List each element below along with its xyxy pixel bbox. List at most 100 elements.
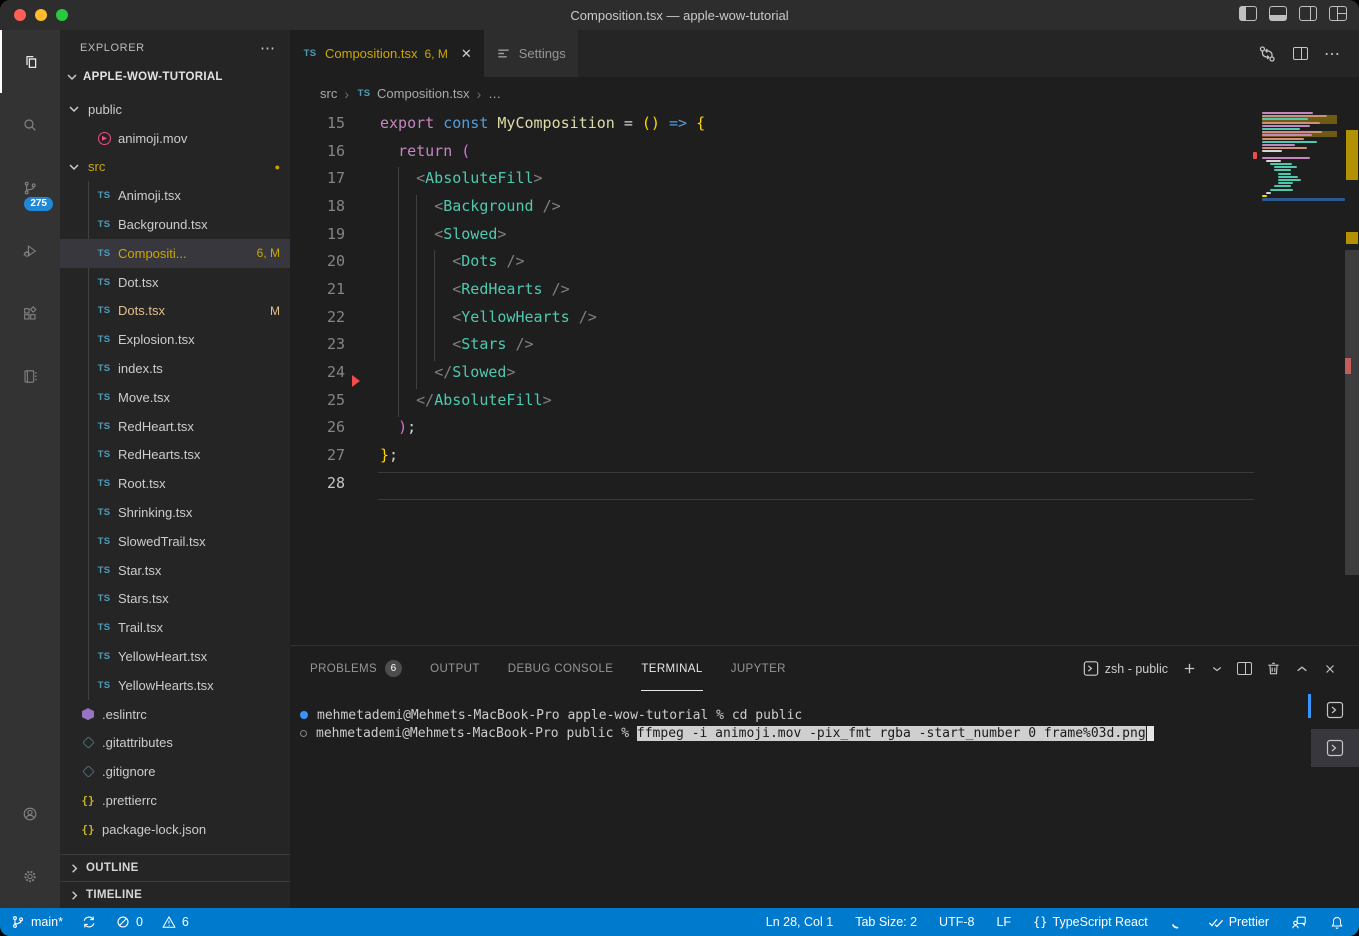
more-actions-icon[interactable]: ⋯	[1324, 44, 1341, 64]
active-terminal-select[interactable]: zsh - public	[1083, 660, 1168, 677]
tree-item-redhearts-tsx[interactable]: TSRedHearts.tsx	[60, 441, 290, 470]
tree-item-package-lock-json[interactable]: {}package-lock.json	[60, 815, 290, 844]
close-tab-icon[interactable]: ✕	[461, 46, 472, 62]
tree-item--gitignore[interactable]: .gitignore	[60, 757, 290, 786]
toggle-panel-icon[interactable]	[1269, 6, 1287, 21]
tree-item-dots-tsx[interactable]: TSDots.tsxM	[60, 297, 290, 326]
terminal-instance-1[interactable]	[1311, 691, 1359, 729]
status-notifications[interactable]	[1329, 915, 1345, 930]
breadcrumb-item[interactable]: …	[488, 86, 501, 101]
tree-item-move-tsx[interactable]: TSMove.tsx	[60, 383, 290, 412]
line-number: 24	[290, 359, 345, 387]
tree-item-trail-tsx[interactable]: TSTrail.tsx	[60, 613, 290, 642]
activity-bar-extensions[interactable]	[0, 282, 60, 345]
status-sync-status[interactable]	[81, 915, 97, 929]
status-error-count[interactable]: 0	[115, 915, 143, 929]
tree-item-explosion-tsx[interactable]: TSExplosion.tsx	[60, 325, 290, 354]
activity-bar-settings[interactable]	[0, 845, 60, 908]
file-label: Dots.tsx	[118, 303, 165, 318]
maximize-panel-icon[interactable]	[1295, 662, 1309, 676]
status-warning-count[interactable]: 6	[161, 915, 189, 929]
activity-bar-search[interactable]	[0, 93, 60, 156]
status-cursor-position[interactable]: Ln 28, Col 1	[766, 915, 833, 929]
tree-item-yellowhearts-tsx[interactable]: TSYellowHearts.tsx	[60, 671, 290, 700]
status-indentation[interactable]: Tab Size: 2	[855, 915, 917, 929]
status-eol[interactable]: LF	[996, 915, 1011, 929]
breadcrumb-item[interactable]: TSComposition.tsx	[356, 86, 469, 101]
tree-item-compositi-[interactable]: TSCompositi...6, M	[60, 239, 290, 268]
tree-item--prettierrc[interactable]: {}.prettierrc	[60, 786, 290, 815]
code-text: <Background />	[345, 193, 561, 221]
file-label: Dot.tsx	[118, 275, 158, 290]
tree-item-public[interactable]: public	[60, 95, 290, 124]
kill-terminal-icon[interactable]	[1266, 661, 1281, 676]
tab-composition-tsx[interactable]: TSComposition.tsx6, M✕	[290, 30, 484, 77]
status-background-task[interactable]	[1170, 915, 1186, 930]
overview-ruler[interactable]	[1345, 110, 1359, 645]
panel-tab-jupyter[interactable]: JUPYTER	[731, 646, 786, 691]
tree-item--gitattributes[interactable]: .gitattributes	[60, 729, 290, 758]
tree-item-background-tsx[interactable]: TSBackground.tsx	[60, 210, 290, 239]
status-language-mode[interactable]: {}TypeScript React	[1033, 915, 1148, 929]
editor-scrollbar-thumb[interactable]	[1345, 250, 1359, 575]
status-formatter[interactable]: Prettier	[1208, 915, 1269, 929]
workspace-section-header[interactable]: APPLE-WOW-TUTORIAL	[60, 65, 290, 89]
status-encoding[interactable]: UTF-8	[939, 915, 974, 929]
terminal-output[interactable]: mehmetademi@Mehmets-MacBook-Pro apple-wo…	[300, 706, 1299, 742]
file-label: Animoji.tsx	[118, 188, 181, 203]
open-changes-icon[interactable]	[1257, 44, 1277, 64]
activity-bar-run-and-debug[interactable]	[0, 219, 60, 282]
activity-bar-account[interactable]	[0, 782, 60, 845]
tree-item-dot-tsx[interactable]: TS Dot.tsx	[60, 268, 290, 297]
command-decoration-filled[interactable]	[300, 711, 308, 719]
split-terminal-icon[interactable]	[1237, 662, 1252, 675]
tree-item-yellowheart-tsx[interactable]: TSYellowHeart.tsx	[60, 642, 290, 671]
panel-header: PROBLEMS6 OUTPUT DEBUG CONSOLE TERMINAL JUPY…	[290, 646, 1359, 691]
panel-tab-problems[interactable]: PROBLEMS6	[310, 646, 402, 691]
outline-section-header[interactable]: OUTLINE	[60, 854, 290, 881]
command-decoration-outline[interactable]	[300, 730, 307, 737]
tree-item-star-tsx[interactable]: TSStar.tsx	[60, 556, 290, 585]
tree-item-root-tsx[interactable]: TSRoot.tsx	[60, 469, 290, 498]
tree-item--eslintrc[interactable]: .eslintrc	[60, 700, 290, 729]
file-label: animoji.mov	[118, 131, 187, 146]
tree-item-animoji-mov[interactable]: ▶animoji.mov	[60, 124, 290, 153]
panel-tab-output[interactable]: OUTPUT	[430, 646, 480, 691]
status-feedback[interactable]	[1291, 915, 1307, 930]
code-editor[interactable]: 15export const MyComposition = () => {16…	[290, 110, 1359, 645]
tree-item-redheart-tsx[interactable]: TSRedHeart.tsx	[60, 412, 290, 441]
tree-item-index-ts[interactable]: TSindex.ts	[60, 354, 290, 383]
tree-item-src[interactable]: src●	[60, 153, 290, 182]
activity-bar-source-control[interactable]: 275	[0, 156, 60, 219]
customize-layout-icon[interactable]	[1329, 6, 1347, 21]
vscode-window: Composition.tsx — apple-wow-tutorial 275…	[0, 0, 1359, 936]
terminal-instance-2[interactable]	[1311, 729, 1359, 767]
window-title: Composition.tsx — apple-wow-tutorial	[0, 8, 1359, 23]
tree-item-stars-tsx[interactable]: TSStars.tsx	[60, 585, 290, 614]
activity-bar-notebook[interactable]	[0, 345, 60, 408]
tree-item-animoji-tsx[interactable]: TSAnimoji.tsx	[60, 181, 290, 210]
sidebar-more-actions-icon[interactable]: ⋯	[260, 39, 276, 57]
panel-tab-debug-console[interactable]: DEBUG CONSOLE	[508, 646, 614, 691]
split-editor-icon[interactable]	[1293, 47, 1308, 60]
activity-bar-explorer[interactable]	[0, 30, 60, 93]
status-branch-status[interactable]: main*	[10, 915, 63, 929]
timeline-section-header[interactable]: TIMELINE	[60, 881, 290, 908]
toggle-secondary-sidebar-icon[interactable]	[1299, 6, 1317, 21]
new-terminal-icon[interactable]	[1182, 661, 1197, 676]
activity-bar: 275	[0, 30, 60, 908]
terminal-dropdown-icon[interactable]	[1211, 663, 1223, 675]
tree-item-slowedtrail-tsx[interactable]: TSSlowedTrail.tsx	[60, 527, 290, 556]
typescript-file-icon: TS	[96, 565, 112, 576]
tree-item-shrinking-tsx[interactable]: TSShrinking.tsx	[60, 498, 290, 527]
minimap[interactable]	[1262, 112, 1345, 208]
close-panel-icon[interactable]	[1323, 662, 1337, 676]
toggle-sidebar-icon[interactable]	[1239, 6, 1257, 21]
indent-guide	[398, 167, 399, 417]
terminal-icon	[1083, 660, 1099, 677]
tab-settings[interactable]: Settings	[484, 30, 578, 77]
panel-tab-terminal[interactable]: TERMINAL	[641, 646, 702, 691]
code-line-26: 26 );	[290, 414, 1359, 442]
typescript-file-icon: TS	[96, 277, 112, 288]
breadcrumb-item[interactable]: src	[320, 86, 337, 101]
